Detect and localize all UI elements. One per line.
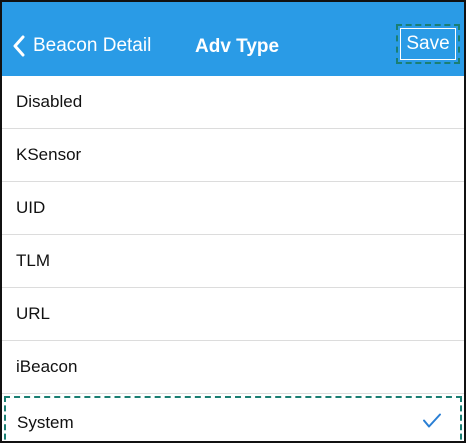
list-item-label: System xyxy=(17,412,74,432)
back-button-label: Beacon Detail xyxy=(33,35,152,56)
list-item-tlm[interactable]: TLM xyxy=(2,235,464,288)
list-item-label: KSensor xyxy=(16,145,82,164)
list-item-url[interactable]: URL xyxy=(2,288,464,341)
save-button[interactable]: Save xyxy=(396,24,460,64)
chevron-left-icon xyxy=(12,35,33,57)
back-button[interactable]: Beacon Detail xyxy=(12,26,151,66)
adv-type-list: Disabled KSensor UID TLM URL iBeacon Sys… xyxy=(2,76,464,441)
checkmark-icon xyxy=(422,412,442,433)
page-title: Adv Type xyxy=(195,36,280,57)
list-item-label: iBeacon xyxy=(16,357,78,376)
list-item-label: Disabled xyxy=(16,92,83,111)
list-item-ksensor[interactable]: KSensor xyxy=(2,129,464,182)
list-item-disabled[interactable]: Disabled xyxy=(2,76,464,129)
app-screen: Beacon Detail Adv Type Save Disabled KSe… xyxy=(0,0,466,443)
list-item-uid[interactable]: UID xyxy=(2,182,464,235)
list-item-system[interactable]: System xyxy=(4,396,462,441)
list-item-label: TLM xyxy=(16,251,50,270)
list-item-ibeacon[interactable]: iBeacon xyxy=(2,341,464,394)
list-item-label: URL xyxy=(16,304,51,323)
list-item-label: UID xyxy=(16,198,46,217)
